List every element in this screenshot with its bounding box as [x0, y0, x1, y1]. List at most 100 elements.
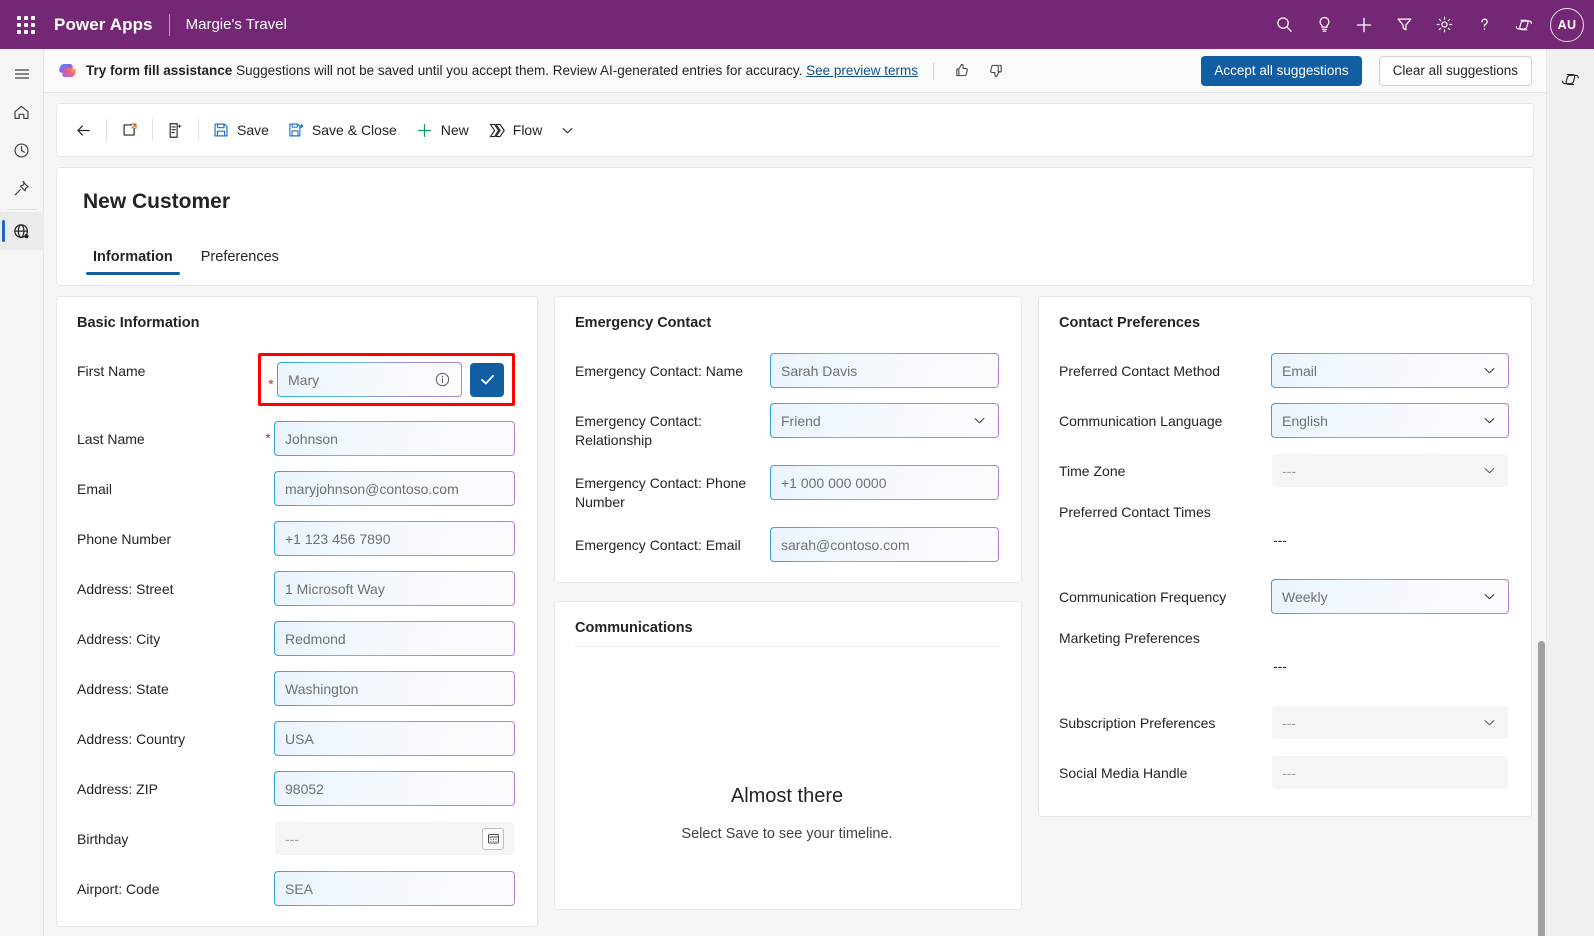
tab-preferences[interactable]: Preferences: [191, 244, 289, 275]
label-address-city: Address: City: [77, 621, 262, 649]
label-phone-number: Phone Number: [77, 521, 262, 549]
control-communication-language: English: [1271, 403, 1509, 438]
sidebar-item-pinned[interactable]: [0, 169, 44, 207]
social-media-handle-input[interactable]: ---: [1271, 755, 1509, 790]
app-name[interactable]: Margie's Travel: [186, 16, 287, 33]
ec-email-input[interactable]: sarah@contoso.com: [770, 527, 999, 562]
help-icon[interactable]: [1464, 5, 1504, 45]
required-indicator-last-name: *: [262, 421, 274, 446]
email-input[interactable]: maryjohnson@contoso.com: [274, 471, 515, 506]
waffle-icon: [17, 16, 35, 34]
time-zone-select[interactable]: ---: [1271, 453, 1509, 488]
thumbs-up-icon[interactable]: [949, 58, 975, 84]
marketing-preferences-value-wrap[interactable]: ---: [1271, 651, 1509, 681]
open-in-new-window-button[interactable]: [111, 111, 148, 149]
chevron-down-icon[interactable]: [1482, 363, 1498, 378]
last-name-input[interactable]: Johnson: [274, 421, 515, 456]
address-state-input[interactable]: Washington: [274, 671, 515, 706]
phone-number-input[interactable]: +1 123 456 7890: [274, 521, 515, 556]
chevron-down-icon[interactable]: [1482, 589, 1498, 604]
preview-terms-link[interactable]: See preview terms: [806, 63, 918, 78]
spacer-zip: *: [262, 771, 274, 796]
label-subscription-preferences: Subscription Preferences: [1059, 705, 1271, 733]
control-phone-number: * +1 123 456 7890: [262, 521, 515, 556]
filter-icon[interactable]: [1384, 5, 1424, 45]
ec-name-input[interactable]: Sarah Davis: [770, 353, 999, 388]
address-state-value: Washington: [285, 681, 504, 697]
ec-phone-input[interactable]: +1 000 000 0000: [770, 465, 999, 500]
first-name-input[interactable]: Mary: [277, 362, 462, 397]
flow-button[interactable]: Flow: [478, 111, 552, 149]
label-address-zip: Address: ZIP: [77, 771, 262, 799]
back-arrow-icon: [74, 121, 93, 140]
communication-frequency-select[interactable]: Weekly: [1271, 579, 1509, 614]
gear-icon[interactable]: [1424, 5, 1464, 45]
control-social-media-handle: ---: [1271, 755, 1509, 790]
control-preferred-contact-method: Email: [1271, 353, 1509, 388]
preferred-contact-times-value-wrap[interactable]: ---: [1271, 525, 1509, 555]
field-row-preferred-contact-times: Preferred Contact Times ---: [1059, 503, 1509, 555]
address-street-input[interactable]: 1 Microsoft Way: [274, 571, 515, 606]
spacer-phone: *: [262, 521, 274, 546]
chevron-down-icon[interactable]: [1482, 463, 1498, 478]
form-fill-assist-button[interactable]: [157, 111, 194, 149]
copilot-icon[interactable]: [1504, 5, 1544, 45]
hamburger-icon[interactable]: [0, 55, 44, 93]
flow-icon: [487, 121, 506, 140]
required-indicator-first-name: *: [265, 367, 277, 392]
address-country-input[interactable]: USA: [274, 721, 515, 756]
clear-all-suggestions-button[interactable]: Clear all suggestions: [1379, 56, 1532, 86]
search-icon[interactable]: [1264, 5, 1304, 45]
address-city-input[interactable]: Redmond: [274, 621, 515, 656]
time-zone-value: ---: [1282, 463, 1476, 479]
chevron-down-icon[interactable]: [972, 413, 988, 428]
new-button[interactable]: New: [406, 111, 478, 149]
label-marketing-preferences: Marketing Preferences: [1059, 629, 1271, 648]
spacer-birthday: *: [262, 821, 274, 846]
label-ec-relationship: Emergency Contact: Relationship: [575, 403, 770, 450]
field-row-email: Email * maryjohnson@contoso.com: [77, 471, 515, 506]
app-launcher-button[interactable]: [4, 3, 48, 47]
ec-relationship-select[interactable]: Friend: [770, 403, 999, 438]
avatar[interactable]: AU: [1550, 8, 1584, 42]
communications-empty-state: Almost there Select Save to see your tim…: [575, 647, 999, 909]
sidebar-item-home[interactable]: [0, 93, 44, 131]
calendar-icon[interactable]: [482, 828, 504, 850]
accept-suggestion-button[interactable]: [470, 363, 504, 397]
brand-title[interactable]: Power Apps: [54, 15, 153, 35]
command-divider: [106, 119, 107, 141]
preferred-contact-method-select[interactable]: Email: [1271, 353, 1509, 388]
lightbulb-icon[interactable]: [1304, 5, 1344, 45]
header-divider: [169, 14, 170, 36]
control-address-city: * Redmond: [262, 621, 515, 656]
label-birthday: Birthday: [77, 821, 262, 849]
preferred-contact-times-value: ---: [1273, 532, 1499, 548]
sidebar-item-recent[interactable]: [0, 131, 44, 169]
spacer-city: *: [262, 621, 274, 646]
copilot-icon: [58, 61, 77, 80]
accept-all-suggestions-button[interactable]: Accept all suggestions: [1201, 56, 1361, 86]
birthday-input[interactable]: ---: [274, 821, 515, 856]
section-emergency-contact: Emergency Contact Emergency Contact: Nam…: [554, 296, 1022, 583]
copilot-icon[interactable]: [1553, 61, 1589, 97]
plus-icon[interactable]: [1344, 5, 1384, 45]
address-zip-input[interactable]: 98052: [274, 771, 515, 806]
control-preferred-contact-times: ---: [1271, 503, 1509, 555]
save-button[interactable]: Save: [203, 111, 278, 149]
info-icon[interactable]: [434, 371, 451, 388]
chevron-down-icon[interactable]: [1482, 715, 1498, 730]
control-ec-phone: +1 000 000 0000: [770, 465, 999, 500]
thumbs-down-icon[interactable]: [984, 58, 1010, 84]
label-address-state: Address: State: [77, 671, 262, 699]
tab-information[interactable]: Information: [83, 244, 183, 275]
communication-language-select[interactable]: English: [1271, 403, 1509, 438]
back-button[interactable]: [65, 111, 102, 149]
airport-code-input[interactable]: SEA: [274, 871, 515, 906]
section-title-emergency-contact: Emergency Contact: [575, 315, 999, 331]
sidebar-item-customers[interactable]: [0, 212, 44, 250]
chevron-down-icon[interactable]: [1482, 413, 1498, 428]
save-and-close-button[interactable]: Save & Close: [278, 111, 406, 149]
subscription-preferences-select[interactable]: ---: [1271, 705, 1509, 740]
vertical-scrollbar[interactable]: [1538, 641, 1545, 936]
flow-chevron-button[interactable]: [551, 111, 584, 149]
